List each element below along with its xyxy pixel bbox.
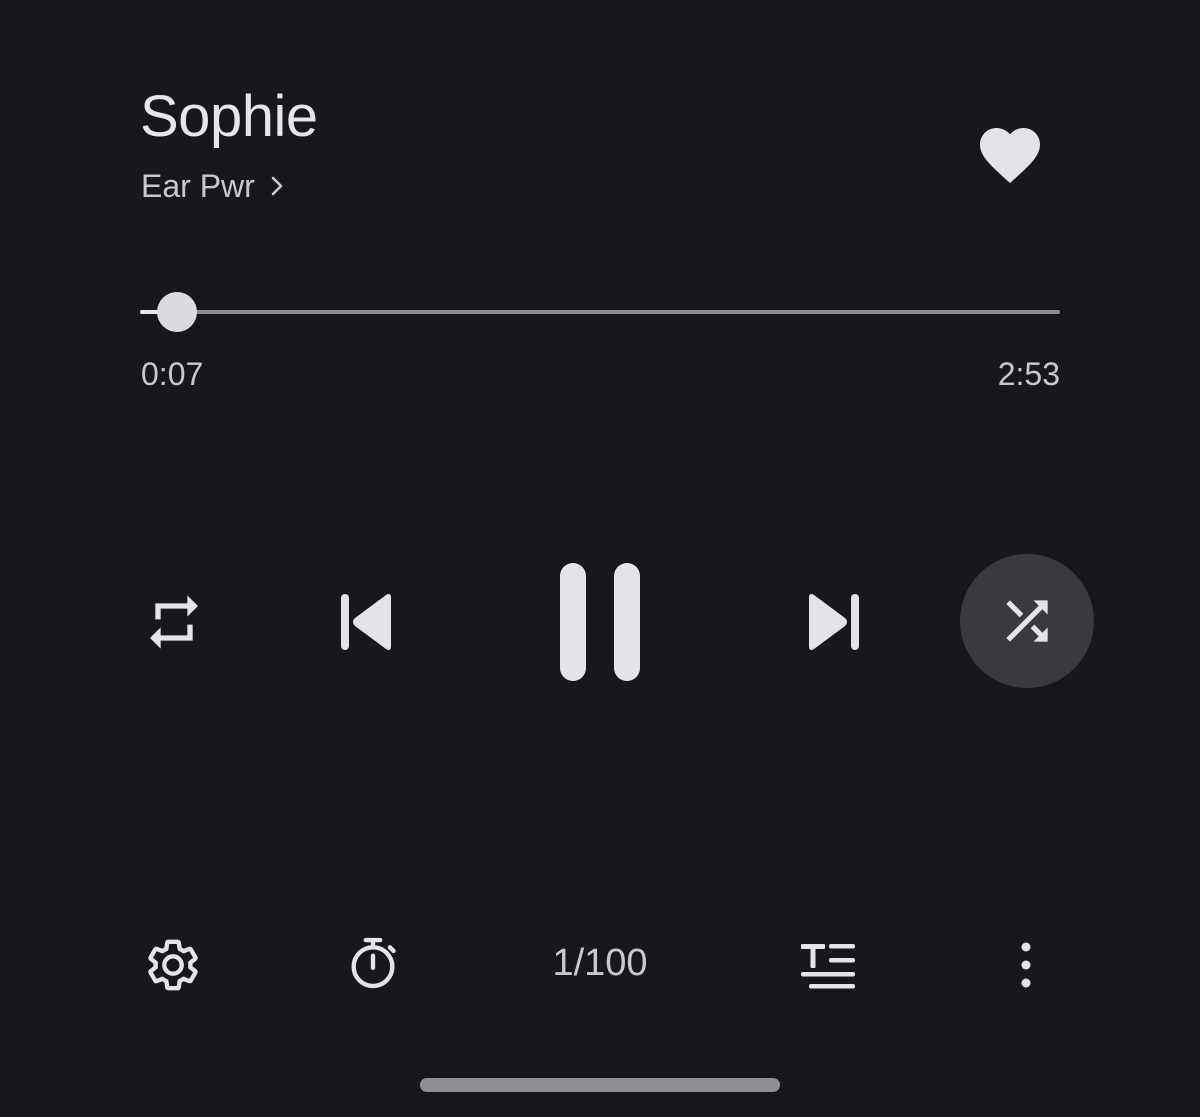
- repeat-button[interactable]: [134, 582, 214, 662]
- seek-thumb[interactable]: [156, 292, 197, 332]
- favorite-button[interactable]: [966, 108, 1054, 196]
- track-title: Sophie: [140, 84, 318, 149]
- artist-link[interactable]: Ear Pwr: [141, 166, 285, 206]
- sleep-timer-button[interactable]: [340, 930, 406, 996]
- skip-next-icon: [801, 590, 865, 654]
- home-indicator[interactable]: [420, 1078, 780, 1092]
- skip-previous-icon: [335, 590, 399, 654]
- previous-button[interactable]: [325, 580, 409, 664]
- next-button[interactable]: [791, 580, 875, 664]
- seek-bar[interactable]: [140, 292, 1060, 332]
- lyrics-icon: [799, 940, 859, 990]
- settings-button[interactable]: [140, 932, 206, 998]
- shuffle-button[interactable]: [960, 554, 1094, 688]
- shuffle-icon: [996, 590, 1058, 652]
- elapsed-time: 0:07: [141, 356, 204, 392]
- pause-button[interactable]: [545, 550, 655, 694]
- stopwatch-icon: [344, 934, 402, 992]
- seek-track: [140, 310, 1060, 314]
- more-vertical-icon: [1018, 940, 1034, 990]
- lyrics-button[interactable]: [794, 932, 864, 998]
- gear-icon: [144, 936, 202, 994]
- more-options-button[interactable]: [1000, 932, 1052, 998]
- repeat-icon: [142, 590, 206, 654]
- heart-icon: [973, 119, 1047, 185]
- total-time: 2:53: [997, 356, 1060, 392]
- queue-position[interactable]: 1/100: [530, 938, 670, 988]
- pause-icon: [558, 561, 642, 683]
- chevron-right-icon: [269, 174, 285, 198]
- artist-name: Ear Pwr: [141, 167, 255, 204]
